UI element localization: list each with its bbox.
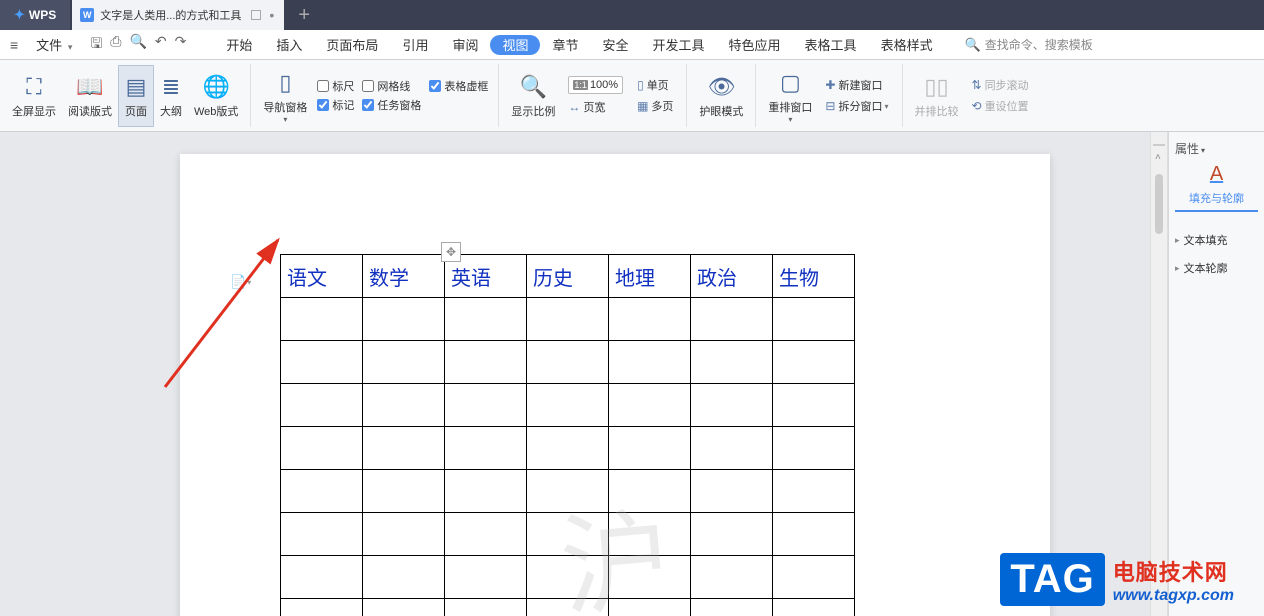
eye-care-button[interactable]: 👁护眼模式	[693, 65, 749, 127]
outline-mode-button[interactable]: ≣大纲	[154, 65, 188, 127]
preview-icon[interactable]: 🔍	[129, 33, 146, 57]
annotation-arrow	[160, 232, 290, 392]
zoom-button[interactable]: 🔍显示比例	[505, 65, 561, 127]
document-table[interactable]: 语文 数学 英语 历史 地理 政治 生物	[280, 254, 855, 616]
tab-special[interactable]: 特色应用	[717, 30, 793, 60]
rearrange-window-button[interactable]: ▢重排窗口▾	[762, 65, 818, 127]
sidebar-item-text-fill[interactable]: ▸文本填充	[1175, 226, 1258, 254]
table-row	[281, 384, 855, 427]
task-pane-checkbox[interactable]: 任务窗格	[362, 97, 421, 113]
ribbon-group-window: ▢重排窗口▾ ✚新建窗口 ⊟拆分窗口▾	[756, 64, 902, 127]
side-by-side-button[interactable]: ▯▯并排比较	[909, 65, 965, 127]
sidebar-item-text-outline[interactable]: ▸文本轮廓	[1175, 254, 1258, 282]
ribbon-group-zoom: 🔍显示比例 1:1100% ↔页宽 ▯单页 ▦多页	[499, 64, 687, 127]
table-header-cell[interactable]: 数学	[363, 255, 445, 298]
tag-logo: TAG	[1000, 553, 1104, 606]
document-page[interactable]: 📄▾ ✥ 语文 数学 英语 历史 地理 政治 生物 沪	[180, 154, 1050, 616]
word-doc-icon: W	[80, 8, 94, 22]
table-row	[281, 556, 855, 599]
file-menu[interactable]: 文件 ▾	[28, 35, 80, 54]
table-row	[281, 427, 855, 470]
read-mode-button[interactable]: 📖阅读版式	[62, 65, 118, 127]
ribbon-group-view-modes: ⛶全屏显示 📖阅读版式 ▤页面 ≣大纲 🌐Web版式	[0, 64, 251, 127]
document-tab[interactable]: W 文字是人类用...的方式和工具 •	[72, 0, 284, 30]
nav-pane-button[interactable]: ▯导航窗格▾	[257, 65, 313, 127]
ribbon: ⛶全屏显示 📖阅读版式 ▤页面 ≣大纲 🌐Web版式 ▯导航窗格▾ 标尺 标记 …	[0, 60, 1264, 132]
title-bar: ✦WPS W 文字是人类用...的方式和工具 • +	[0, 0, 1264, 30]
grid-checkbox[interactable]: 网格线	[362, 78, 421, 94]
tab-view[interactable]: 视图	[490, 35, 540, 55]
table-header-cell[interactable]: 政治	[691, 255, 773, 298]
ribbon-tabs: 开始 插入 页面布局 引用 审阅 视图 章节 安全 开发工具 特色应用 表格工具…	[214, 30, 944, 60]
quick-access-toolbar: 🖫 ⎙ 🔍 ↶ ↷	[80, 33, 196, 57]
sidebar-tab-fill-outline[interactable]: 填充与轮廓	[1175, 190, 1258, 212]
tab-developer[interactable]: 开发工具	[641, 30, 717, 60]
page-width-button[interactable]: ↔页宽	[565, 98, 626, 116]
tab-table-tools[interactable]: 表格工具	[793, 30, 869, 60]
vertical-scrollbar[interactable]: ˄	[1150, 132, 1168, 616]
tab-start[interactable]: 开始	[214, 30, 264, 60]
fullscreen-button[interactable]: ⛶全屏显示	[6, 65, 62, 127]
mark-checkbox[interactable]: 标记	[317, 97, 354, 113]
properties-sidebar: 属性▾ A 填充与轮廓 ▸文本填充 ▸文本轮廓	[1168, 132, 1264, 616]
tag-site-url: www.tagxp.com	[1113, 587, 1234, 605]
multi-page-button[interactable]: ▦多页	[634, 97, 676, 115]
document-title: 文字是人类用...的方式和工具	[100, 7, 241, 23]
text-style-icon: A	[1175, 163, 1258, 186]
table-row	[281, 470, 855, 513]
tab-modified-dot: •	[269, 7, 274, 23]
table-header-cell[interactable]: 语文	[281, 255, 363, 298]
tab-table-style[interactable]: 表格样式	[869, 30, 945, 60]
sync-scroll-button: ⇅同步滚动	[969, 76, 1032, 94]
table-row	[281, 599, 855, 616]
reset-position-button: ⟲重设位置	[969, 97, 1032, 115]
new-window-button[interactable]: ✚新建窗口	[822, 76, 891, 94]
table-row	[281, 513, 855, 556]
tab-security[interactable]: 安全	[591, 30, 641, 60]
table-frame-checkbox[interactable]: 表格虚框	[429, 78, 488, 94]
scrollbar-thumb[interactable]	[1155, 174, 1163, 234]
redo-icon[interactable]: ↷	[175, 33, 187, 57]
table-row	[281, 341, 855, 384]
print-icon[interactable]: ⎙	[110, 33, 121, 57]
ribbon-group-eyecare: 👁护眼模式	[687, 64, 756, 127]
tag-site-name: 电脑技术网	[1113, 555, 1234, 587]
add-tab-button[interactable]: +	[284, 4, 324, 27]
workspace: 📄▾ ✥ 语文 数学 英语 历史 地理 政治 生物 沪	[0, 132, 1168, 616]
scroll-up-icon[interactable]: ˄	[1155, 152, 1161, 163]
tab-insert[interactable]: 插入	[264, 30, 314, 60]
undo-icon[interactable]: ↶	[155, 33, 167, 57]
tab-page-layout[interactable]: 页面布局	[314, 30, 390, 60]
menu-bar: ≡ 文件 ▾ 🖫 ⎙ 🔍 ↶ ↷ 开始 插入 页面布局 引用 审阅 视图 章节 …	[0, 30, 1264, 60]
wps-logo[interactable]: ✦WPS	[0, 0, 70, 30]
web-mode-button[interactable]: 🌐Web版式	[188, 65, 244, 127]
table-move-handle[interactable]: ✥	[441, 242, 461, 262]
ruler-checkbox[interactable]: 标尺	[317, 78, 354, 94]
save-icon[interactable]: 🖫	[90, 33, 102, 57]
table-header-row: 语文 数学 英语 历史 地理 政治 生物	[281, 255, 855, 298]
table-header-cell[interactable]: 地理	[609, 255, 691, 298]
search-icon: 🔍	[965, 37, 981, 53]
zoom-value[interactable]: 1:1100%	[565, 75, 626, 95]
watermark-badge: TAG 电脑技术网 www.tagxp.com	[1000, 553, 1234, 606]
tab-references[interactable]: 引用	[390, 30, 440, 60]
tab-review[interactable]: 审阅	[440, 30, 490, 60]
sidebar-title[interactable]: 属性▾	[1175, 140, 1258, 157]
hamburger-menu[interactable]: ≡	[0, 37, 28, 53]
split-window-button[interactable]: ⊟拆分窗口▾	[822, 97, 891, 115]
tab-chapter[interactable]: 章节	[540, 30, 590, 60]
ribbon-group-compare: ▯▯并排比较 ⇅同步滚动 ⟲重设位置	[903, 64, 1042, 127]
table-row	[281, 298, 855, 341]
ribbon-group-show: ▯导航窗格▾ 标尺 标记 网格线 任务窗格 表格虚框	[251, 64, 499, 127]
table-header-cell[interactable]: 生物	[773, 255, 855, 298]
table-header-cell[interactable]: 历史	[527, 255, 609, 298]
page-mode-button[interactable]: ▤页面	[118, 65, 154, 127]
tab-window-icon[interactable]	[251, 10, 261, 20]
command-search[interactable]: 🔍 查找命令、搜索模板	[965, 36, 1093, 53]
single-page-button[interactable]: ▯单页	[634, 76, 676, 94]
